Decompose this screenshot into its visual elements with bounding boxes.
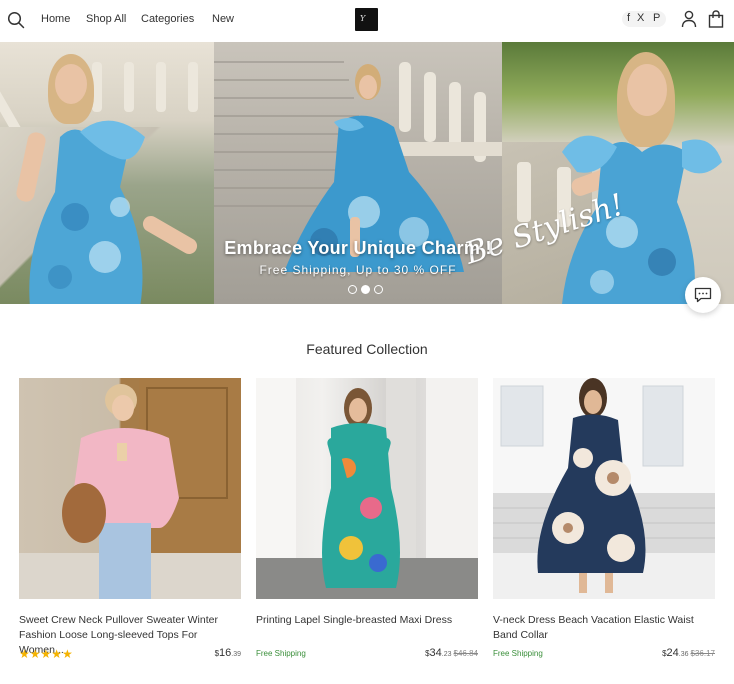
section-title: Featured Collection: [306, 341, 428, 357]
search-icon[interactable]: [6, 10, 26, 30]
product-name[interactable]: V-neck Dress Beach Vacation Elastic Wais…: [493, 613, 715, 643]
nav-categories[interactable]: Categories: [141, 13, 194, 25]
nav-new[interactable]: New: [212, 13, 234, 25]
product-name[interactable]: Printing Lapel Single-breasted Maxi Dres…: [256, 613, 478, 643]
hero-image-right: [502, 42, 734, 304]
site-header: Home Shop All Categories New Y f X P: [0, 0, 734, 40]
hero-image-left: [0, 42, 214, 304]
brand-logo[interactable]: Y: [355, 8, 378, 31]
logo-mark: Y: [360, 14, 366, 23]
social-links: f X P: [622, 11, 666, 27]
product-card[interactable]: V-neck Dress Beach Vacation Elastic Wais…: [493, 378, 715, 663]
chat-icon: [694, 287, 712, 303]
original-price: $36.17: [690, 649, 715, 658]
chat-button[interactable]: [685, 277, 721, 313]
product-image[interactable]: [493, 378, 715, 599]
hero-subtitle: Free Shipping, Up to 30 % OFF: [259, 263, 457, 277]
carousel-dot[interactable]: [348, 285, 357, 294]
pinterest-icon[interactable]: P: [653, 12, 660, 24]
shopping-bag-icon[interactable]: [708, 10, 724, 28]
free-shipping-label: Free Shipping: [493, 649, 543, 658]
product-image[interactable]: [19, 378, 241, 599]
hero-banner[interactable]: Be Stylish! Embrace Your Unique Charm ! …: [0, 42, 734, 304]
free-shipping-label: Free Shipping: [256, 649, 306, 658]
facebook-icon[interactable]: f: [627, 12, 630, 24]
product-card[interactable]: Sweet Crew Neck Pullover Sweater Winter …: [19, 378, 241, 663]
original-price: $46.84: [453, 649, 478, 658]
product-price: $16.39: [214, 647, 241, 659]
carousel-dot[interactable]: [374, 285, 383, 294]
carousel-dots: [348, 285, 383, 294]
nav-home[interactable]: Home: [41, 13, 70, 25]
hero-title: Embrace Your Unique Charm !: [224, 238, 492, 258]
rating-stars: ★★★★★: [19, 647, 73, 661]
product-price: $24.36 $36.17: [662, 647, 715, 659]
product-price: $34.23 $46.84: [425, 647, 478, 659]
product-card[interactable]: Printing Lapel Single-breasted Maxi Dres…: [256, 378, 478, 663]
product-name[interactable]: Sweet Crew Neck Pullover Sweater Winter …: [19, 613, 241, 656]
nav-shop-all[interactable]: Shop All: [86, 13, 126, 25]
product-image[interactable]: [256, 378, 478, 599]
user-icon[interactable]: [681, 10, 697, 28]
carousel-dot-active[interactable]: [361, 285, 370, 294]
x-icon[interactable]: X: [637, 12, 644, 24]
